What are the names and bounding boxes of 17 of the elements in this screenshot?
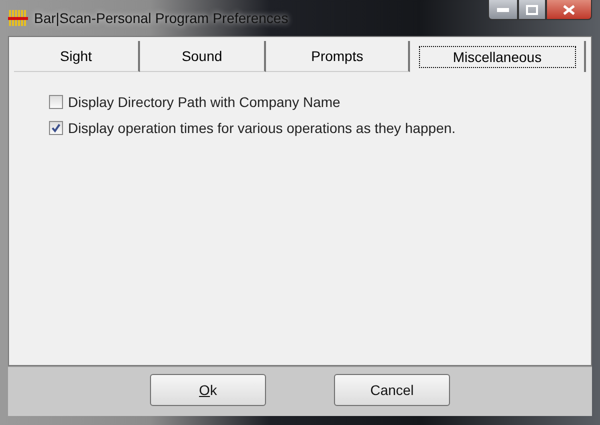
checkbox[interactable] [49, 95, 63, 109]
window-title: Bar|Scan-Personal Program Preferences [34, 10, 288, 26]
app-icon [8, 9, 28, 27]
close-button[interactable] [546, 0, 592, 20]
maximize-icon [526, 4, 538, 14]
checkbox[interactable] [49, 121, 63, 135]
tab[interactable]: Prompts [266, 41, 410, 72]
tab[interactable]: Sound [140, 41, 266, 72]
maximize-button[interactable] [518, 0, 546, 20]
close-icon [563, 4, 575, 14]
checkbox-label: Display operation times for various operations as they happen. [68, 120, 456, 136]
tab[interactable]: Sight [14, 41, 140, 72]
dialog-button[interactable]: Ok [150, 374, 266, 406]
dialog-button[interactable]: Cancel [334, 374, 450, 406]
minimize-button[interactable] [488, 0, 518, 20]
minimize-icon [497, 8, 509, 12]
checkbox-label: Display Directory Path with Company Name [68, 94, 340, 110]
